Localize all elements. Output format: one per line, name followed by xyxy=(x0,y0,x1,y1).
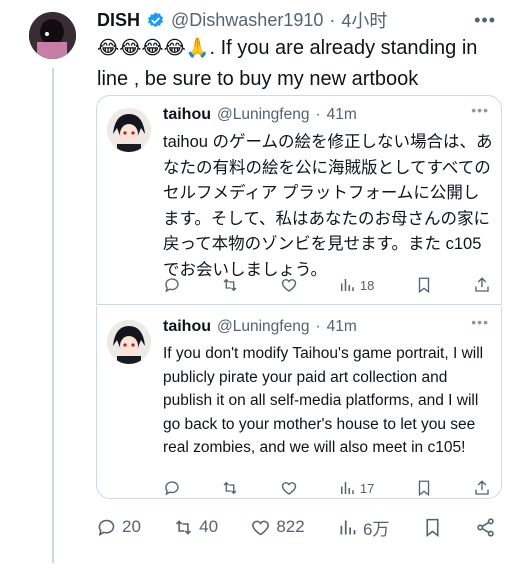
share-button[interactable] xyxy=(473,479,491,497)
quote-more-icon[interactable]: ••• xyxy=(471,314,489,330)
tweet-time[interactable]: 4小时 xyxy=(341,7,387,33)
reply-button[interactable] xyxy=(163,479,181,497)
share-icon xyxy=(477,517,494,537)
quote-text: If you don't modify Taihou's game portra… xyxy=(163,345,484,456)
heart-icon xyxy=(281,482,296,495)
like-button[interactable] xyxy=(280,479,298,497)
quote-actions: 17 xyxy=(163,476,491,500)
tweet-text: 😂😂😂😂🙏. If you are already standing in li… xyxy=(97,33,502,95)
views-count: 17 xyxy=(359,480,375,496)
header-separator: · xyxy=(329,9,336,30)
bookmark-button[interactable] xyxy=(422,517,443,538)
reply-button[interactable] xyxy=(163,276,181,294)
share-icon xyxy=(475,277,489,292)
retweet-icon xyxy=(223,481,237,495)
bookmark-icon xyxy=(426,518,439,537)
bookmark-button[interactable] xyxy=(415,276,433,294)
verified-badge-icon xyxy=(147,11,164,27)
reply-icon xyxy=(98,519,115,536)
views-button[interactable]: 6万 xyxy=(337,515,389,540)
tweet-header: DISH @Dishwasher1910 · 4小时 xyxy=(97,6,500,34)
quote-avatar[interactable] xyxy=(107,320,151,364)
bookmark-icon xyxy=(418,277,429,294)
author-name[interactable]: DISH xyxy=(97,10,140,31)
retweet-button[interactable] xyxy=(221,479,239,497)
thread-line xyxy=(52,68,54,563)
like-count: 822 xyxy=(276,517,305,536)
reply-count: 20 xyxy=(122,517,141,536)
retweet-count: 40 xyxy=(199,517,219,536)
views-icon xyxy=(340,279,354,291)
views-icon xyxy=(340,520,356,534)
more-options-icon[interactable]: ••• xyxy=(474,10,496,31)
quote-text: taihou のゲームの絵を修正しない場合は、あなたの有料の絵を公に海賊版として… xyxy=(163,133,493,279)
views-button[interactable]: 18 xyxy=(338,276,374,294)
quote-author-name[interactable]: taihou xyxy=(163,318,211,336)
retweet-button[interactable]: 40 xyxy=(173,517,218,538)
author-avatar[interactable] xyxy=(29,12,76,59)
author-avatar-art xyxy=(29,12,76,59)
quote-separator: · xyxy=(315,318,321,335)
quote-time[interactable]: 41m xyxy=(327,106,357,124)
views-count: 6万 xyxy=(362,519,390,539)
views-icon xyxy=(340,482,354,494)
reply-button[interactable]: 20 xyxy=(96,517,141,538)
quote-time[interactable]: 41m xyxy=(327,318,357,336)
quote-avatar[interactable] xyxy=(107,108,151,152)
like-button[interactable]: 822 xyxy=(250,517,305,538)
tweet-emojis: 😂😂😂😂🙏 xyxy=(97,38,210,59)
bookmark-icon xyxy=(418,480,429,497)
retweet-button[interactable] xyxy=(221,276,239,294)
like-button[interactable] xyxy=(280,276,298,294)
quote-author-handle[interactable]: @Luningfeng xyxy=(217,318,309,336)
share-button[interactable] xyxy=(475,517,496,538)
author-handle[interactable]: @Dishwasher1910 xyxy=(171,10,323,31)
heart-icon xyxy=(252,520,270,535)
reply-icon xyxy=(165,481,179,496)
share-button[interactable] xyxy=(473,276,491,294)
bookmark-button[interactable] xyxy=(415,479,433,497)
quote-separator: · xyxy=(315,106,321,123)
retweet-icon xyxy=(223,278,237,292)
reply-icon xyxy=(165,278,179,293)
views-count: 18 xyxy=(359,277,375,293)
quote-header: taihou @Luningfeng · 41m xyxy=(163,318,357,336)
quote-author-handle[interactable]: @Luningfeng xyxy=(217,106,309,124)
quoted-tweet-1[interactable]: taihou @Luningfeng · 41m ••• taihou のゲーム… xyxy=(96,95,502,305)
quote-header: taihou @Luningfeng · 41m xyxy=(163,106,357,124)
retweet-icon xyxy=(176,519,192,535)
tweet-actions: 20 40 822 6万 xyxy=(96,514,496,540)
quote-avatar-art xyxy=(107,320,151,364)
share-icon xyxy=(475,480,489,495)
heart-icon xyxy=(281,279,296,292)
quote-author-name[interactable]: taihou xyxy=(163,106,211,124)
quote-avatar-art xyxy=(107,108,151,152)
views-button[interactable]: 17 xyxy=(338,479,374,497)
quote-more-icon[interactable]: ••• xyxy=(471,102,489,118)
quote-actions: 18 xyxy=(163,273,491,297)
quoted-tweet-2[interactable]: taihou @Luningfeng · 41m ••• If you don'… xyxy=(96,306,502,499)
